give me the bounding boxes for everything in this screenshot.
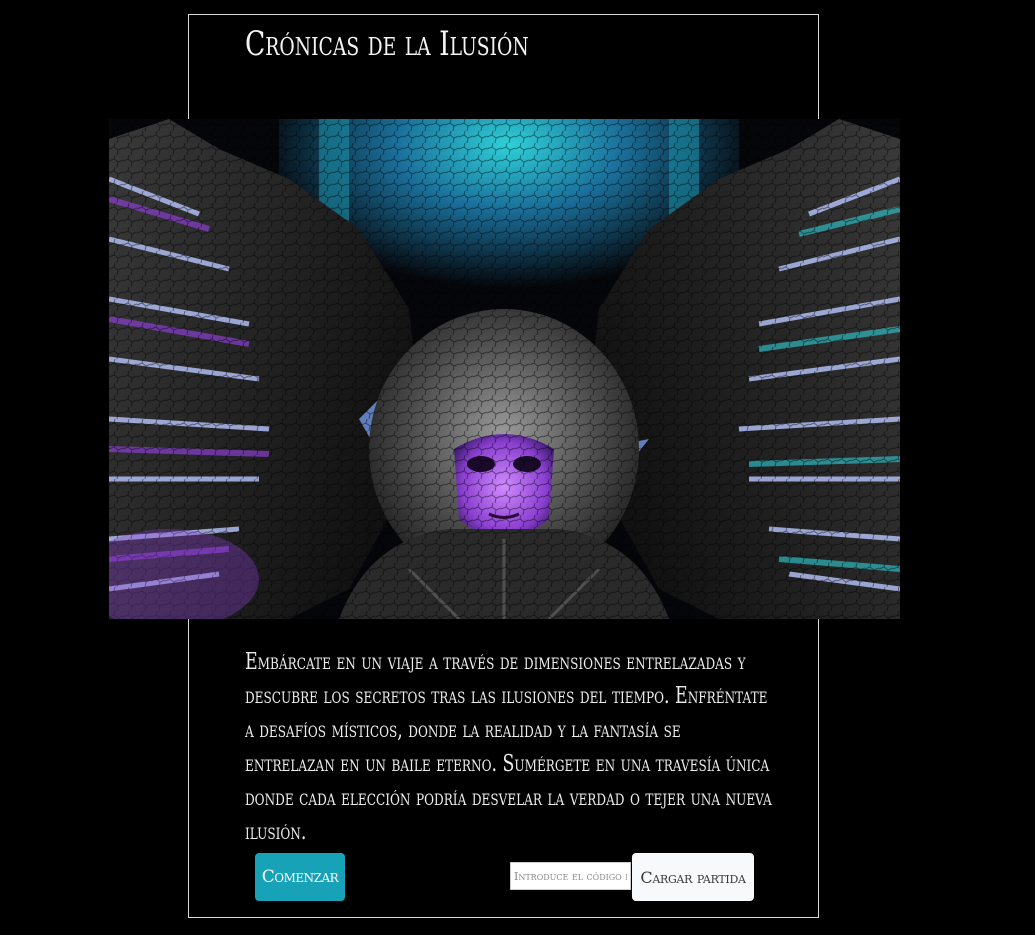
load-game-button[interactable]: Cargar partida (632, 853, 754, 901)
hero-image (109, 119, 900, 619)
intro-description: Embárcate en un viaje a través de dimens… (245, 649, 772, 845)
start-button[interactable]: Comenzar (255, 853, 345, 901)
page-title: Crónicas de la Ilusión (245, 24, 529, 64)
game-code-input[interactable] (510, 862, 631, 890)
